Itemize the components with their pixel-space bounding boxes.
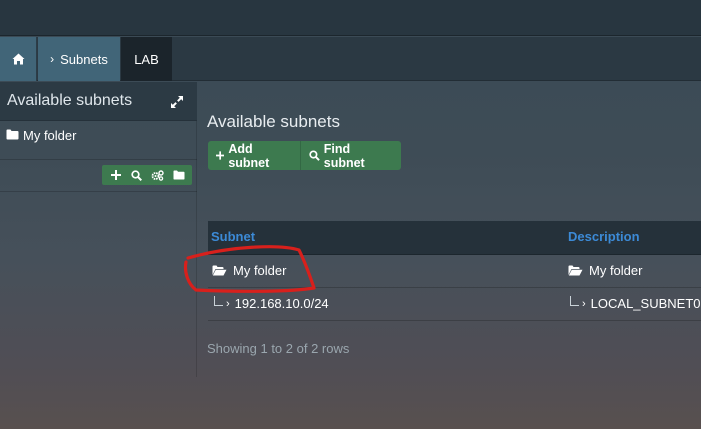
folder-icon bbox=[6, 129, 19, 140]
find-subnet-label: Find subnet bbox=[323, 141, 365, 170]
folder-open-icon bbox=[568, 265, 583, 276]
breadcrumb-lab-label: LAB bbox=[134, 51, 159, 67]
description-cell-label: My folder bbox=[589, 263, 643, 278]
left-panel: Available subnets My folder bbox=[0, 82, 197, 377]
breadcrumb: › Subnets LAB bbox=[0, 37, 701, 81]
left-tree-item-my-folder[interactable]: My folder bbox=[0, 122, 197, 160]
breadcrumb-subnets[interactable]: › Subnets bbox=[38, 37, 120, 81]
top-bar bbox=[0, 0, 701, 36]
folder-icon[interactable] bbox=[172, 168, 186, 182]
subnet-cell-label: 192.168.10.0/24 bbox=[234, 296, 329, 311]
add-icon bbox=[216, 151, 225, 160]
table-row[interactable]: › 192.168.10.0/24 › LOCAL_SUBNET0 bbox=[208, 288, 701, 321]
home-icon bbox=[12, 53, 24, 65]
search-icon[interactable] bbox=[130, 168, 144, 182]
breadcrumb-lab[interactable]: LAB bbox=[121, 37, 172, 81]
subnet-cell-label: My folder bbox=[233, 263, 287, 278]
add-icon[interactable] bbox=[109, 168, 123, 182]
chevron-right-icon: › bbox=[582, 297, 586, 310]
page-title: Available subnets bbox=[207, 112, 340, 131]
expand-icon[interactable] bbox=[170, 95, 184, 109]
subnet-table: Subnet Description My folder My folder ›… bbox=[208, 221, 701, 321]
search-icon bbox=[309, 150, 320, 161]
find-subnet-button[interactable]: Find subnet bbox=[301, 141, 401, 170]
description-cell: › LOCAL_SUBNET0 bbox=[568, 295, 701, 311]
chevron-right-icon: › bbox=[50, 52, 55, 66]
left-tool-group bbox=[102, 165, 192, 185]
description-cell: My folder bbox=[568, 263, 642, 278]
table-header: Subnet Description bbox=[208, 221, 701, 255]
left-panel-title: Available subnets bbox=[7, 92, 133, 109]
breadcrumb-home[interactable] bbox=[0, 37, 37, 81]
folder-open-icon bbox=[212, 265, 227, 276]
left-panel-header: Available subnets bbox=[0, 82, 197, 121]
cogs-icon[interactable] bbox=[151, 168, 165, 182]
table-row[interactable]: My folder My folder bbox=[208, 255, 701, 288]
tree-branch-icon bbox=[214, 295, 223, 306]
add-subnet-button[interactable]: Add subnet bbox=[208, 141, 301, 170]
tree-branch-icon bbox=[570, 295, 579, 306]
chevron-right-icon: › bbox=[226, 297, 230, 310]
subnet-cell[interactable]: › 192.168.10.0/24 bbox=[212, 295, 329, 311]
subnet-actions: Add subnet Find subnet bbox=[208, 141, 401, 170]
description-cell-label: LOCAL_SUBNET0 bbox=[590, 296, 701, 311]
column-header-description[interactable]: Description bbox=[568, 229, 640, 244]
subnet-cell[interactable]: My folder bbox=[212, 263, 286, 278]
column-header-subnet[interactable]: Subnet bbox=[211, 229, 255, 244]
breadcrumb-subnets-label: Subnets bbox=[60, 51, 108, 67]
left-tree-item-label: My folder bbox=[23, 128, 77, 143]
pagination-info: Showing 1 to 2 of 2 rows bbox=[207, 341, 350, 356]
left-toolbar bbox=[0, 161, 197, 192]
add-subnet-label: Add subnet bbox=[228, 141, 270, 170]
